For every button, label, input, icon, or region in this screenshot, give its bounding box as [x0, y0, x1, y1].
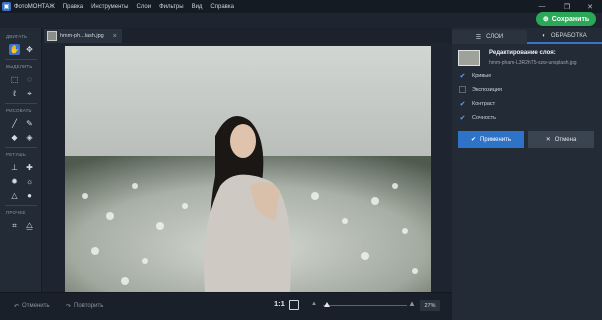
tab-layers[interactable]: ☰ СЛОИ [452, 30, 527, 44]
menu-tools[interactable]: Инструменты [91, 4, 128, 10]
move-icon[interactable]: ✥ [24, 44, 35, 55]
zoom-slider-handle[interactable] [324, 302, 330, 307]
tool-panel: ДВИГАТЬ ✋ ✥ ВЫДЕЛИТЬ ⬚ ◌ ℓ ⌖ РИСОВАТЬ ╱ … [0, 28, 42, 292]
ellipse-select-icon[interactable]: ◌ [24, 74, 35, 85]
blur-icon[interactable]: ● [24, 190, 35, 201]
undo-button[interactable]: ↶ Отменить [14, 300, 49, 312]
rect-select-icon[interactable]: ⬚ [9, 74, 20, 85]
option-contrast[interactable]: ✔ Контраст [459, 100, 496, 108]
brush-icon[interactable]: ╱ [9, 118, 20, 129]
app-title: ФотоМОНТАЖ [14, 3, 55, 10]
fill-icon[interactable]: ◈ [24, 132, 35, 143]
option-label: Контраст [472, 100, 496, 107]
dodge-icon[interactable]: ✹ [9, 176, 20, 187]
menu-view[interactable]: Вид [192, 4, 203, 10]
photo-canvas[interactable] [65, 46, 431, 292]
eraser-icon[interactable]: ◆ [9, 132, 20, 143]
crop-icon[interactable]: ⌗ [9, 220, 20, 231]
cancel-label: Отмена [554, 136, 577, 143]
zoom-ratio-button[interactable]: 1:1 [274, 299, 285, 308]
checkbox-checked-icon[interactable]: ✔ [459, 72, 466, 80]
tab-layers-label: СЛОИ [486, 34, 504, 40]
document-thumbnail [47, 31, 57, 41]
cancel-button[interactable]: ✕ Отмена [528, 131, 594, 148]
menu-help[interactable]: Справка [210, 4, 234, 10]
menu-filters[interactable]: Фильтры [159, 4, 183, 10]
stamp-icon[interactable]: ⊥ [9, 162, 20, 173]
tool-section-draw: РИСОВАТЬ [6, 108, 32, 113]
photo-image [65, 46, 431, 292]
polygon-lasso-icon[interactable]: ⌖ [24, 88, 35, 99]
tab-processing-label: ОБРАБОТКА [550, 33, 587, 39]
tool-section-move: ДВИГАТЬ [6, 34, 28, 39]
menu-layers[interactable]: Слои [137, 4, 152, 10]
checkbox-checked-icon[interactable]: ✔ [459, 100, 466, 108]
zoom-percent-field[interactable]: 27% [420, 300, 440, 311]
tool-section-retouch: РЕТУШЬ [6, 152, 26, 157]
sharpen-icon[interactable]: △ [9, 190, 20, 201]
redo-label: Повторить [74, 303, 104, 309]
layer-file-name: hmm-pham-L3R2hT5-szw-unsplash.jpg [489, 60, 577, 66]
app-logo-icon: ▣ [2, 2, 11, 11]
apply-label: Применить [480, 136, 512, 143]
close-tab-icon[interactable]: × [113, 33, 117, 40]
burn-icon[interactable]: ☼ [24, 176, 35, 187]
option-curves[interactable]: ✔ Кривые [459, 72, 492, 80]
layers-icon: ☰ [475, 34, 482, 41]
option-label: Экспозиция [472, 86, 502, 93]
check-icon: ✔ [470, 137, 476, 143]
title-bar: ▣ ФотоМОНТАЖ Правка Инструменты Слои Фил… [0, 0, 602, 13]
checkbox-empty-icon[interactable] [459, 86, 466, 93]
option-vibrance[interactable]: ✔ Сочность [459, 114, 497, 122]
undo-icon: ↶ [14, 303, 20, 310]
save-button-label: Сохранить [551, 15, 590, 23]
zoom-in-icon[interactable]: ▲ [408, 299, 416, 308]
fit-screen-icon[interactable] [289, 300, 299, 310]
document-tab-name: hmm-ph...lash.jpg [60, 33, 104, 39]
tool-section-other: ПРОЧЕЕ [6, 210, 26, 215]
layer-edit-title: Редактирование слоя: [489, 50, 556, 56]
redo-icon: ↷ [66, 303, 72, 310]
save-button[interactable]: ⊕ Сохранить [536, 12, 596, 26]
healing-icon[interactable]: ✚ [24, 162, 35, 173]
bottom-bar: ↶ Отменить ↷ Повторить 1:1 ▲ ▲ 27% [0, 292, 454, 320]
hand-icon[interactable]: ✋ [9, 44, 20, 55]
save-plus-icon: ⊕ [542, 16, 549, 23]
option-exposure[interactable]: Экспозиция [459, 86, 502, 93]
tab-processing[interactable]: ◐ ОБРАБОТКА [527, 30, 602, 44]
close-icon: ✕ [545, 137, 551, 143]
undo-label: Отменить [22, 303, 50, 309]
shapes-icon[interactable]: ⧋ [24, 220, 35, 231]
tool-section-select: ВЫДЕЛИТЬ [6, 64, 33, 69]
tool-divider [5, 103, 37, 104]
layer-thumbnail [458, 50, 480, 66]
redo-button[interactable]: ↷ Повторить [66, 300, 103, 312]
tool-divider [5, 205, 37, 206]
option-label: Кривые [472, 72, 492, 79]
menu-edit[interactable]: Правка [63, 4, 83, 10]
zoom-out-icon[interactable]: ▲ [311, 301, 317, 307]
checkbox-checked-icon[interactable]: ✔ [459, 114, 466, 122]
tool-divider [5, 147, 37, 148]
apply-button[interactable]: ✔ Применить [458, 131, 524, 148]
lasso-icon[interactable]: ℓ [9, 88, 20, 99]
zoom-slider[interactable] [323, 305, 407, 306]
tool-divider [5, 59, 37, 60]
processing-icon: ◐ [542, 33, 546, 39]
pencil-icon[interactable]: ✎ [24, 118, 35, 129]
option-label: Сочность [472, 114, 497, 121]
document-tab[interactable]: hmm-ph...lash.jpg × [44, 29, 122, 43]
